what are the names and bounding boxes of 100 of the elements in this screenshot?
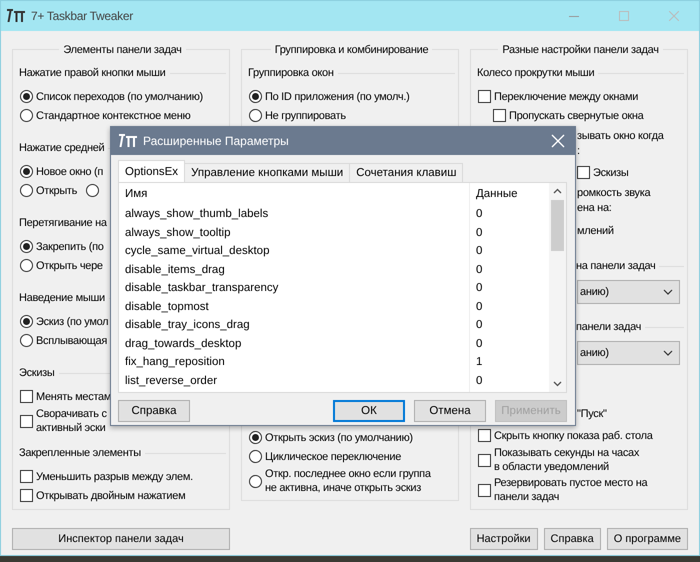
option-name[interactable]: always_show_tooltip <box>119 224 469 242</box>
app-logo-icon <box>119 133 137 149</box>
dropdown[interactable]: анию) <box>577 280 680 304</box>
checkbox[interactable] <box>493 109 506 122</box>
checkbox[interactable] <box>478 454 491 466</box>
radio-button[interactable] <box>249 474 262 488</box>
group-title: Группировка и комбинирование <box>270 43 432 57</box>
option-name[interactable]: list_reverse_order <box>119 372 469 390</box>
radio-label: Всплывающая <box>36 334 108 348</box>
radio-label: Список переходов (по умолчанию) <box>36 90 203 104</box>
radio-label: Эскиз (по умол <box>36 314 108 330</box>
radio-label: Открыть эскиз (по умолчанию) <box>265 430 413 446</box>
checkbox-label: Открывать двойным нажатием <box>36 488 186 504</box>
checkbox-label: Показывать секунды на часах в области уведомлений <box>494 446 640 475</box>
radio-button[interactable] <box>20 334 33 347</box>
tab[interactable]: OptionsEx <box>118 160 186 182</box>
action-button[interactable]: Инспектор панели задач <box>12 528 230 550</box>
option-value: 0 <box>475 226 484 241</box>
chevron-down-icon <box>663 289 673 295</box>
checkbox-label: Переключение между окнами <box>494 90 638 104</box>
option-text: зывать окно когда : <box>577 129 665 159</box>
radio-label: Не группировать <box>265 108 346 124</box>
section-title: Нажатие средней <box>19 142 104 154</box>
option-value: 0 <box>475 300 484 315</box>
radio-button[interactable] <box>86 184 100 197</box>
option-text: ромкость звука ена на: <box>577 186 652 216</box>
checkbox-label: Резервировать пустое место на панели задач <box>494 476 648 505</box>
scrollbar[interactable] <box>549 183 566 392</box>
window-title: 7+ Taskbar Tweaker <box>31 9 133 23</box>
checkbox[interactable] <box>20 470 33 483</box>
radio-button[interactable] <box>20 315 33 328</box>
dialog-title: Расширенные Параметры <box>143 134 289 148</box>
section-title: на панели задач <box>576 260 656 272</box>
checkbox[interactable] <box>577 166 590 179</box>
option-name[interactable]: disable_items_drag <box>119 260 469 279</box>
dialog-button[interactable]: ОК <box>333 400 405 422</box>
action-button[interactable]: О программе <box>606 528 688 550</box>
section-title: Эскизы <box>19 367 55 379</box>
section-title: Наведение мыши <box>19 292 105 304</box>
checkbox-label: Скрыть кнопку показа раб. стола <box>494 428 653 444</box>
radio-label: Откр. последнее окно если группа не активна, иначе открыть эскиз <box>265 467 431 496</box>
checkbox[interactable] <box>478 429 491 442</box>
radio-label: Циклическое переключение <box>265 450 402 464</box>
group-title: Разные настройки панели задач <box>498 43 663 57</box>
column-header: Имя <box>124 187 148 202</box>
checkbox[interactable] <box>20 489 33 502</box>
checkbox-label: Эскизы <box>593 166 629 180</box>
radio-button[interactable] <box>249 450 262 463</box>
option-name[interactable]: drag_towards_desktop <box>119 334 469 353</box>
option-name[interactable]: disable_tray_icons_drag <box>119 316 469 334</box>
radio-button[interactable] <box>20 259 33 272</box>
radio-button[interactable] <box>249 90 262 103</box>
option-value: 0 <box>475 207 484 222</box>
section-title: Закрепленные элементы <box>19 447 141 459</box>
option-name[interactable]: fix_hang_reposition <box>119 353 469 372</box>
radio-label: Новое окно (п <box>36 164 103 180</box>
dropdown[interactable]: анию) <box>577 341 680 365</box>
radio-button[interactable] <box>249 109 262 122</box>
checkbox[interactable] <box>478 484 491 496</box>
option-name[interactable]: cycle_same_virtual_desktop <box>119 242 469 260</box>
option-name[interactable]: always_show_thumb_labels <box>119 205 469 224</box>
radio-label: Открыть чере <box>36 258 103 274</box>
dialog-button[interactable]: Справка <box>118 400 190 422</box>
radio-button[interactable] <box>20 90 33 103</box>
dialog-button[interactable]: Отмена <box>414 400 486 422</box>
option-value: 0 <box>475 374 484 389</box>
option-value: 1 <box>475 355 484 370</box>
column-header: Данные <box>475 187 519 202</box>
section-title: Нажатие правой кнопки мыши <box>19 67 166 79</box>
radio-button[interactable] <box>20 184 33 197</box>
radio-button[interactable] <box>249 431 262 444</box>
option-text: "Пуск" <box>577 407 608 422</box>
group-title: Элементы панели задач <box>59 43 186 57</box>
option-name[interactable]: disable_taskbar_transparency <box>119 279 469 298</box>
radio-label: Стандартное контекстное меню <box>36 108 190 124</box>
radio-label: Закрепить (по <box>36 240 104 254</box>
checkbox[interactable] <box>20 390 33 403</box>
checkbox[interactable] <box>478 90 491 103</box>
option-value: 0 <box>475 244 484 260</box>
tab[interactable]: Сочетания клавиш <box>349 163 464 182</box>
section-title: Перетягивание на <box>19 217 107 229</box>
section-title: Группировка окон <box>248 67 334 79</box>
section-title: Колесо прокрутки мыши <box>477 67 594 79</box>
scrollbar-thumb[interactable] <box>551 200 564 251</box>
action-button[interactable]: Настройки <box>470 528 538 550</box>
checkbox-label: Уменьшить разрыв между элем. <box>36 470 193 484</box>
app-logo-icon <box>7 8 25 24</box>
checkbox[interactable] <box>20 414 33 428</box>
option-value: 0 <box>475 336 484 352</box>
option-name[interactable]: disable_topmost <box>119 298 469 316</box>
radio-button[interactable] <box>20 109 33 122</box>
radio-button[interactable] <box>20 240 33 253</box>
radio-button[interactable] <box>20 165 33 178</box>
checkbox-label: Сворачивать с активный эски <box>36 407 107 436</box>
chevron-down-icon <box>663 350 673 356</box>
checkbox-label: Менять местам <box>36 390 112 404</box>
action-button[interactable]: Справка <box>544 528 601 550</box>
section-title: панели задач <box>576 321 642 333</box>
option-value: 0 <box>475 318 484 334</box>
radio-label: По ID приложения (по умолч.) <box>265 90 410 104</box>
